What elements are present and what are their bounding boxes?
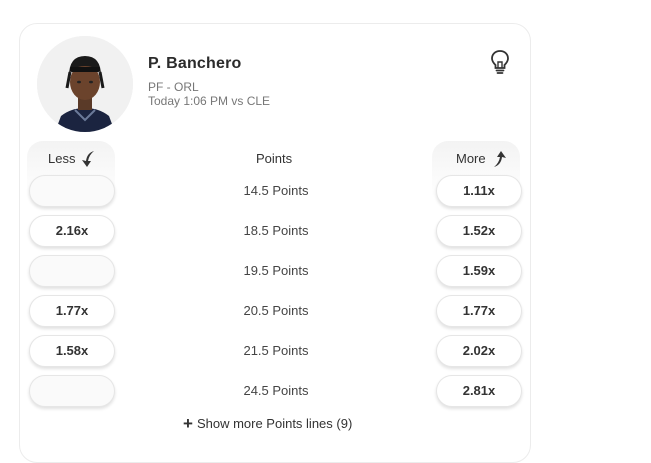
more-button[interactable]: 1.59x xyxy=(436,255,522,287)
player-position-team: PF - ORL xyxy=(148,80,199,94)
show-more-label: Show more Points lines (9) xyxy=(196,416,353,431)
arrow-down-left-icon xyxy=(82,151,94,167)
line-label: 24.5 Points xyxy=(243,383,309,398)
points-line-row: 1.77x 20.5 Points 1.77x xyxy=(20,295,532,329)
more-button[interactable]: 2.81x xyxy=(436,375,522,407)
player-prop-card: P. Banchero PF - ORL Today 1:06 PM vs CL… xyxy=(19,23,531,463)
points-column-header: Points xyxy=(256,151,293,166)
line-label: 21.5 Points xyxy=(243,343,309,358)
points-line-row: 1.58x 21.5 Points 2.02x xyxy=(20,335,532,369)
less-button[interactable] xyxy=(29,255,115,287)
points-line-row: 2.16x 18.5 Points 1.52x xyxy=(20,215,532,249)
less-button[interactable]: 1.77x xyxy=(29,295,115,327)
lightbulb-icon[interactable] xyxy=(488,49,512,75)
show-more-lines-button[interactable]: + Show more Points lines (9) xyxy=(183,414,353,433)
more-button[interactable]: 2.02x xyxy=(436,335,522,367)
more-button[interactable]: 1.77x xyxy=(436,295,522,327)
less-button[interactable] xyxy=(29,175,115,207)
line-label: 19.5 Points xyxy=(243,263,309,278)
player-meta: PF - ORL Today 1:06 PM vs CLE xyxy=(148,80,270,108)
line-label: 18.5 Points xyxy=(243,223,309,238)
less-label: Less xyxy=(48,151,76,166)
line-label: 20.5 Points xyxy=(243,303,309,318)
line-label: 14.5 Points xyxy=(243,183,309,198)
player-avatar xyxy=(37,36,133,132)
more-label: More xyxy=(456,151,486,166)
less-button[interactable]: 2.16x xyxy=(29,215,115,247)
more-button[interactable]: 1.52x xyxy=(436,215,522,247)
less-button[interactable] xyxy=(29,375,115,407)
points-line-row: 14.5 Points 1.11x xyxy=(20,175,532,209)
points-line-row: 19.5 Points 1.59x xyxy=(20,255,532,289)
points-line-row: 24.5 Points 2.81x xyxy=(20,375,532,409)
arrow-up-right-icon xyxy=(494,151,506,167)
less-button[interactable]: 1.58x xyxy=(29,335,115,367)
game-time: Today 1:06 PM vs CLE xyxy=(148,94,271,108)
player-name: P. Banchero xyxy=(148,55,242,72)
plus-icon: + xyxy=(183,414,193,433)
player-photo xyxy=(37,36,133,132)
more-button[interactable]: 1.11x xyxy=(436,175,522,207)
